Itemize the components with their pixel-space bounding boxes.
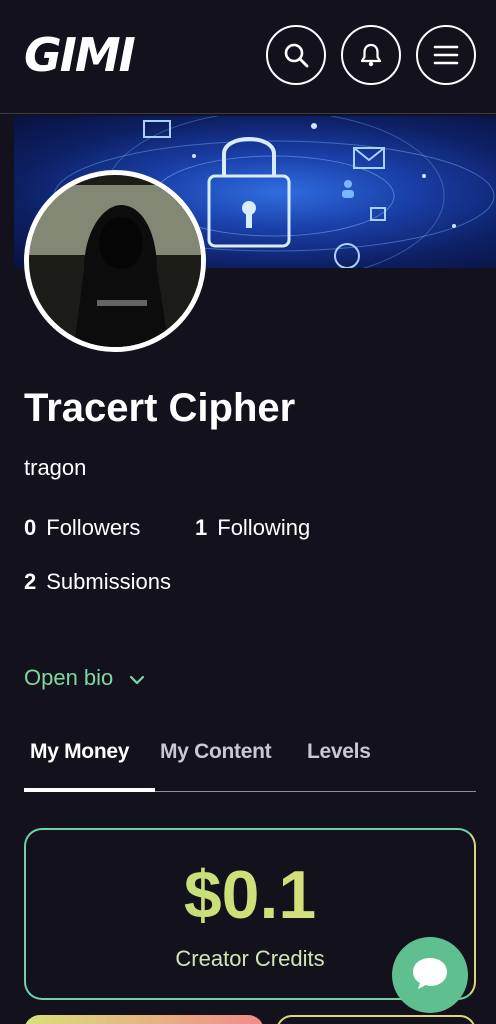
credits-amount: $0.1 [26, 856, 474, 934]
profile-tabs: My Money My Content Levels [24, 740, 476, 792]
gimi-logo[interactable]: GIMI [24, 28, 136, 82]
profile-page: GIMI Tracert Cipher tragon 0 Followers 1… [0, 0, 496, 1024]
followers-count: 0 [24, 515, 37, 540]
next-card-right[interactable] [276, 1015, 476, 1024]
chevron-down-icon [129, 665, 145, 691]
tab-my-money[interactable]: My Money [30, 740, 129, 764]
active-tab-indicator [24, 788, 155, 792]
open-bio-label: Open bio [24, 665, 114, 690]
chat-bubble-icon [410, 954, 450, 997]
avatar[interactable] [24, 170, 206, 352]
submissions-label: Submissions [46, 569, 171, 594]
following-stat[interactable]: 1 Following [195, 515, 310, 541]
tab-my-content[interactable]: My Content [160, 740, 272, 764]
profile-name: Tracert Cipher [24, 386, 296, 430]
following-count: 1 [195, 515, 208, 540]
tab-levels[interactable]: Levels [307, 740, 371, 764]
hamburger-menu-icon [433, 44, 459, 66]
followers-label: Followers [46, 515, 141, 540]
open-bio-toggle[interactable]: Open bio [24, 665, 145, 691]
following-label: Following [217, 515, 311, 540]
profile-handle: tragon [24, 455, 87, 480]
submissions-count: 2 [24, 569, 37, 594]
chat-button[interactable] [392, 937, 468, 1013]
search-icon [283, 42, 309, 68]
top-header: GIMI [0, 0, 496, 114]
menu-button[interactable] [416, 25, 476, 85]
submissions-stat[interactable]: 2 Submissions [24, 569, 171, 595]
notifications-button[interactable] [341, 25, 401, 85]
search-button[interactable] [266, 25, 326, 85]
bell-icon [359, 42, 383, 68]
next-card-left[interactable] [24, 1015, 264, 1024]
followers-stat[interactable]: 0 Followers [24, 515, 140, 541]
